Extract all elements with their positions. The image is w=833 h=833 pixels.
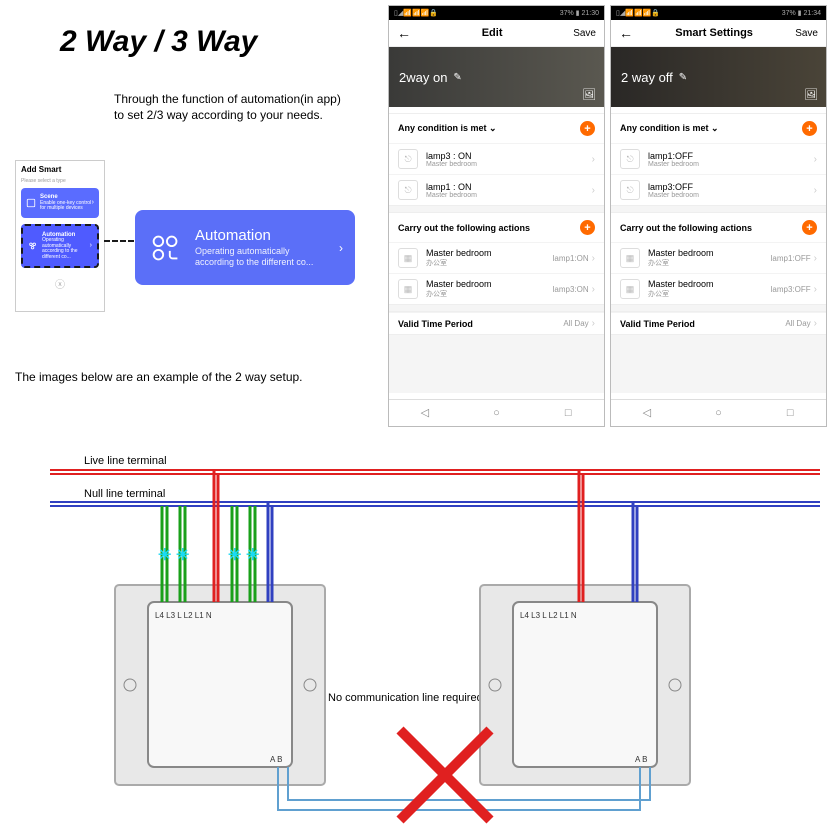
mini-scene-card: SceneEnable one-key control for multiple… <box>21 188 99 218</box>
save-button[interactable]: Save <box>795 28 818 39</box>
action-row[interactable]: ▦Master bedroom办公室lamp3:ON› <box>389 273 604 304</box>
valid-time-row[interactable]: Valid Time PeriodAll Day› <box>389 312 604 334</box>
device-icon: ⎋ <box>398 180 418 200</box>
chevron-right-icon: › <box>814 154 817 165</box>
automation-icon <box>147 229 185 267</box>
chevron-right-icon: › <box>339 241 343 255</box>
chevron-right-icon: › <box>814 185 817 196</box>
nav-title: Edit <box>482 27 503 39</box>
status-right: 37% ▮ 21:34 <box>782 9 821 17</box>
description-2: The images below are an example of the 2… <box>15 370 303 384</box>
back-button[interactable]: ← <box>619 25 633 41</box>
chevron-right-icon: › <box>90 242 92 249</box>
chevron-right-icon: › <box>92 199 94 206</box>
chevron-down-icon: ⌄ <box>711 123 719 133</box>
nav-recent-icon[interactable]: □ <box>754 400 826 426</box>
close-icon: ⓧ <box>16 276 104 291</box>
automation-card-zoom: Automation Operating automatically accor… <box>135 210 355 285</box>
description-1: Through the function of automation(in ap… <box>114 92 341 123</box>
back-button[interactable]: ← <box>397 25 411 41</box>
switch-icon: ▦ <box>398 248 418 268</box>
edit-icon[interactable]: ✎ <box>679 72 687 83</box>
wiring-diagram: Live line terminal Null line terminal No… <box>0 440 833 833</box>
action-row[interactable]: ▦Master bedroom办公室lamp1:OFF› <box>611 242 826 273</box>
status-left: ▯◢📶📶📶🔒 <box>616 9 660 17</box>
wiring-svg: ✳ ✳ ✳ ✳ L4 L3 L L2 L1 N L4 L3 L L2 L1 N A … <box>0 440 833 833</box>
chevron-right-icon: › <box>592 318 595 329</box>
action-row[interactable]: ▦Master bedroom办公室lamp3:OFF› <box>611 273 826 304</box>
mini-automation-card: AutomationOperating automatically accord… <box>21 224 99 269</box>
device-icon: ⎋ <box>398 149 418 169</box>
scene-icon <box>26 198 36 208</box>
condition-header[interactable]: Any condition is met ⌄ <box>398 123 497 134</box>
image-icon[interactable]: 🖼 <box>582 88 596 101</box>
svg-text:✳: ✳ <box>158 547 171 564</box>
add-condition-button[interactable]: + <box>802 121 817 136</box>
nav-home-icon[interactable]: ○ <box>683 400 755 426</box>
chevron-down-icon: ⌄ <box>489 123 497 133</box>
status-right: 37% ▮ 21:30 <box>560 9 599 17</box>
image-icon[interactable]: 🖼 <box>804 88 818 101</box>
status-left: ▯◢📶📶📶🔒 <box>394 9 438 17</box>
mini-sub: Please select a type <box>16 178 104 184</box>
dashed-connector <box>104 240 134 242</box>
chevron-right-icon: › <box>592 185 595 196</box>
svg-text:✳: ✳ <box>228 547 241 564</box>
chevron-right-icon: › <box>592 284 595 295</box>
svg-text:L4 L3 L L2 L1 N: L4 L3 L L2 L1 N <box>155 611 212 620</box>
mini-phone-add-smart: Add Smart Please select a type SceneEnab… <box>15 160 105 312</box>
action-header: Carry out the following actions <box>620 223 752 233</box>
nav-back-icon[interactable]: ◁ <box>389 400 461 426</box>
switch-icon: ▦ <box>620 279 640 299</box>
switch-icon: ▦ <box>620 248 640 268</box>
automation-title: Automation <box>195 227 339 244</box>
phone-screenshot-edit: ▯◢📶📶📶🔒 37% ▮ 21:30 ← Edit Save 2way on ✎ … <box>388 5 605 427</box>
valid-time-row[interactable]: Valid Time PeriodAll Day› <box>611 312 826 334</box>
action-header: Carry out the following actions <box>398 223 530 233</box>
action-row[interactable]: ▦Master bedroom办公室lamp1:ON› <box>389 242 604 273</box>
android-nav: ◁○□ <box>389 399 604 426</box>
nav-home-icon[interactable]: ○ <box>461 400 533 426</box>
chevron-right-icon: › <box>814 318 817 329</box>
phone-screenshot-smart-settings: ▯◢📶📶📶🔒37% ▮ 21:34 ← Smart Settings Save … <box>610 5 827 427</box>
condition-header[interactable]: Any condition is met ⌄ <box>620 123 719 134</box>
automation-sub: Operating automatically according to the… <box>195 246 339 268</box>
chevron-right-icon: › <box>814 253 817 264</box>
chevron-right-icon: › <box>814 284 817 295</box>
device-icon: ⎋ <box>620 149 640 169</box>
svg-text:A B: A B <box>635 755 647 764</box>
hero-banner[interactable]: 2way on ✎ 🖼 <box>389 47 604 107</box>
automation-name: 2 way off <box>621 70 673 85</box>
condition-row[interactable]: ⎋lamp3 : ONMaster bedroom› <box>389 143 604 174</box>
svg-text:✳: ✳ <box>246 547 259 564</box>
save-button[interactable]: Save <box>573 28 596 39</box>
android-nav: ◁○□ <box>611 399 826 426</box>
condition-row[interactable]: ⎋lamp3:OFFMaster bedroom› <box>611 174 826 205</box>
device-icon: ⎋ <box>620 180 640 200</box>
chevron-right-icon: › <box>592 253 595 264</box>
page-title: 2 Way / 3 Way <box>60 25 257 59</box>
svg-text:L4 L3 L L2 L1 N: L4 L3 L L2 L1 N <box>520 611 577 620</box>
condition-row[interactable]: ⎋lamp1:OFFMaster bedroom› <box>611 143 826 174</box>
edit-icon[interactable]: ✎ <box>453 72 461 83</box>
chevron-right-icon: › <box>592 154 595 165</box>
mini-header: Add Smart <box>16 161 104 178</box>
automation-icon <box>28 241 38 251</box>
add-action-button[interactable]: + <box>802 220 817 235</box>
add-action-button[interactable]: + <box>580 220 595 235</box>
hero-banner[interactable]: 2 way off ✎ 🖼 <box>611 47 826 107</box>
automation-name: 2way on <box>399 70 447 85</box>
nav-back-icon[interactable]: ◁ <box>611 400 683 426</box>
nav-recent-icon[interactable]: □ <box>532 400 604 426</box>
nav-title: Smart Settings <box>675 27 753 39</box>
svg-text:✳: ✳ <box>176 547 189 564</box>
switch-icon: ▦ <box>398 279 418 299</box>
svg-text:A B: A B <box>270 755 282 764</box>
add-condition-button[interactable]: + <box>580 121 595 136</box>
condition-row[interactable]: ⎋lamp1 : ONMaster bedroom› <box>389 174 604 205</box>
